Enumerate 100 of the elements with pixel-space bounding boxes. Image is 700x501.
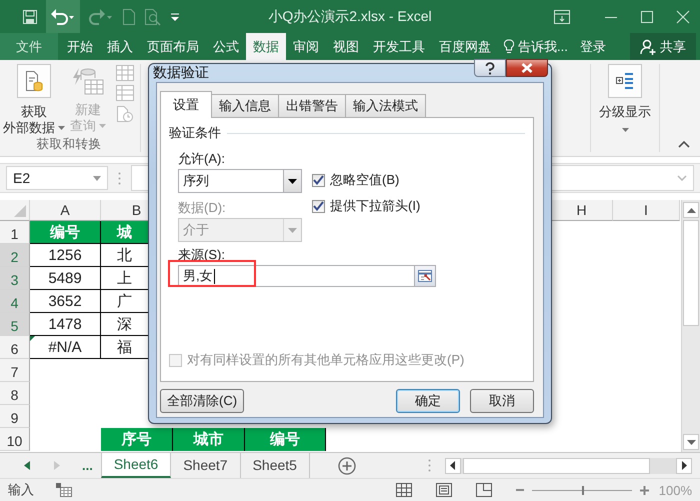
ribbon-tab[interactable]: 数据 — [246, 33, 286, 60]
help-icon — [485, 62, 495, 74]
table-cell: 1256 — [30, 244, 101, 267]
macro-record-icon[interactable] — [56, 483, 72, 497]
section-heading: 验证条件 — [169, 124, 221, 142]
row-header[interactable]: 5 — [0, 313, 30, 336]
cancel-button[interactable]: 取消 — [470, 389, 534, 413]
ok-button[interactable]: 确定 — [396, 389, 460, 413]
dialog-title: 数据验证 — [153, 64, 209, 82]
page-layout-view-icon[interactable] — [436, 483, 452, 497]
dialog-tab[interactable]: 输入信息 — [211, 94, 279, 117]
window-title: 小Q办公演示2.xlsx - Excel — [267, 8, 433, 26]
dropdown[interactable]: 序列 — [178, 169, 302, 193]
table-header-cell: 城市 — [173, 428, 245, 451]
scroll-up-icon[interactable] — [683, 202, 699, 218]
table-header-cell: 编号 — [30, 221, 101, 244]
sheet-tab[interactable]: Sheet6 — [100, 452, 172, 478]
input-field[interactable]: 男,女 — [178, 265, 436, 287]
normal-view-icon[interactable] — [396, 483, 412, 497]
scroll-thumb[interactable] — [462, 458, 650, 474]
checkbox-label[interactable]: 忽略空值(B) — [330, 171, 400, 189]
ribbon-tab[interactable]: 开发工具 — [366, 33, 432, 60]
table-header-cell: 编号 — [245, 428, 326, 451]
row-header[interactable]: 8 — [0, 382, 30, 405]
row-header[interactable]: 1 — [0, 221, 30, 244]
dialog-tab[interactable]: 设置 — [160, 91, 212, 118]
lightbulb-icon — [504, 39, 514, 54]
collapse-ribbon-icon[interactable] — [678, 140, 690, 148]
tell-me-search[interactable]: 告诉我... — [498, 33, 574, 60]
undo-button[interactable] — [46, 0, 80, 33]
dropdown-arrow-icon — [288, 228, 297, 232]
checkbox[interactable] — [312, 174, 325, 186]
grip-icon — [118, 172, 121, 184]
clear-all-button[interactable]: 全部清除(C) — [160, 389, 244, 413]
column-header[interactable]: A — [30, 200, 101, 221]
dialog-tab[interactable]: 出错警告 — [278, 94, 346, 117]
zoom-out-icon[interactable] — [516, 486, 524, 494]
column-header[interactable]: H — [551, 200, 613, 221]
row-header[interactable]: 9 — [0, 405, 30, 428]
ribbon-display-icon[interactable] — [554, 10, 570, 24]
name-box[interactable]: E2 — [6, 166, 108, 190]
ribbon-tab[interactable]: 插入 — [100, 33, 140, 60]
ribbon-tab[interactable]: 文件 — [0, 33, 58, 60]
ribbon-tab[interactable]: 开始 — [60, 33, 100, 60]
status-mode-label: 输入 — [8, 481, 34, 499]
dropdown-caret-icon — [58, 126, 65, 130]
sign-in-link[interactable]: 登录 — [574, 33, 612, 60]
ribbon-group-label: 获取和转换 — [36, 136, 102, 153]
close-icon — [521, 63, 533, 73]
horizontal-scrollbar[interactable] — [444, 458, 692, 474]
row-header[interactable]: 2 — [0, 244, 30, 267]
scroll-right-icon[interactable] — [676, 458, 692, 474]
range-select-button[interactable] — [414, 266, 435, 286]
outline-button[interactable]: 分级显示 — [595, 64, 655, 132]
close-button[interactable] — [506, 59, 548, 77]
ribbon-tab[interactable]: 审阅 — [286, 33, 326, 60]
page-break-view-icon[interactable] — [476, 483, 492, 497]
share-button[interactable]: 共享 — [630, 33, 696, 60]
row-header[interactable]: 4 — [0, 290, 30, 313]
save-icon[interactable] — [22, 8, 38, 24]
table-cell: 5489 — [30, 267, 101, 290]
dialog-tab[interactable]: 输入法模式 — [345, 94, 426, 117]
customize-caret-icon[interactable] — [170, 12, 180, 22]
scroll-thumb[interactable] — [683, 220, 699, 326]
ribbon-tab[interactable]: 公式 — [206, 33, 246, 60]
table-header-cell: 序号 — [101, 428, 173, 451]
dropdown-arrow-icon — [288, 178, 297, 184]
ribbon-tab[interactable]: 视图 — [326, 33, 366, 60]
table-cell: 1478 — [30, 313, 101, 336]
scroll-left-icon[interactable] — [444, 458, 461, 474]
column-header[interactable]: I — [613, 200, 680, 221]
close-icon[interactable] — [676, 10, 690, 24]
undo-icon — [50, 8, 76, 26]
dropdown-caret-icon — [93, 176, 101, 180]
row-header[interactable]: 6 — [0, 336, 30, 359]
range-select-icon — [418, 270, 432, 282]
dropdown-caret-icon — [622, 128, 628, 132]
scroll-down-icon[interactable] — [683, 434, 699, 450]
previous-sheet-icon[interactable] — [24, 461, 30, 470]
ribbon-tab[interactable]: 百度网盘 — [432, 33, 498, 60]
maximize-icon[interactable] — [640, 10, 654, 24]
dropdown-caret-icon — [99, 124, 106, 128]
field-label: 数据(D): — [178, 199, 227, 216]
row-header[interactable]: 7 — [0, 359, 30, 382]
get-external-data-button[interactable]: 获取 外部数据 — [4, 64, 64, 136]
person-plus-icon — [640, 38, 656, 54]
ribbon-tab[interactable]: 页面布局 — [140, 33, 206, 60]
checkbox[interactable] — [312, 200, 325, 212]
vertical-scrollbar[interactable] — [681, 200, 700, 452]
field-label: 允许(A): — [178, 150, 226, 167]
add-sheet-icon[interactable] — [338, 456, 356, 474]
more-sheets-button[interactable]: ... — [82, 458, 93, 473]
outline-icon — [608, 64, 642, 98]
document-database-icon — [17, 64, 51, 98]
checkbox-label[interactable]: 提供下拉箭头(I) — [330, 197, 420, 215]
row-header[interactable]: 10 — [0, 428, 30, 451]
row-header[interactable]: 3 — [0, 267, 30, 290]
table-cell: 3652 — [30, 290, 101, 313]
help-button[interactable] — [474, 59, 506, 77]
zoom-in-icon[interactable] — [640, 486, 649, 494]
